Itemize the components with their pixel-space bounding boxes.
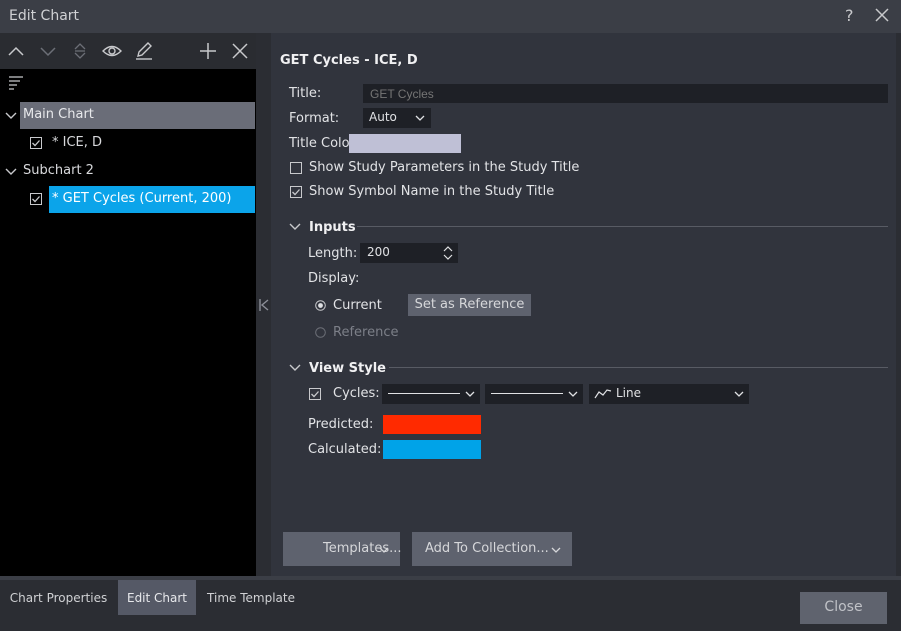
chevron-down-icon[interactable] xyxy=(289,222,301,232)
window-title: Edit Chart xyxy=(9,8,80,24)
tab-chart-properties[interactable]: Chart Properties xyxy=(0,580,117,615)
show-params-label: Show Study Parameters in the Study Title xyxy=(309,160,580,175)
eye-icon[interactable] xyxy=(102,41,122,61)
tree-label-subchart: Subchart 2 xyxy=(23,163,94,178)
study-settings-panel: GET Cycles - ICE, D Title: Format: Auto … xyxy=(271,33,896,576)
title-bar: Edit Chart ? xyxy=(0,0,901,33)
templates-button[interactable]: Templates... xyxy=(283,532,402,566)
radio-disabled-icon[interactable] xyxy=(315,327,326,338)
study-header: GET Cycles - ICE, D xyxy=(280,53,418,68)
chevron-down-icon[interactable] xyxy=(289,363,301,373)
tree-label-main-chart: Main Chart xyxy=(23,107,94,122)
remove-icon[interactable] xyxy=(230,41,250,61)
move-up-down-icon[interactable] xyxy=(70,41,90,61)
tree-label-study: * GET Cycles (Current, 200) xyxy=(52,191,232,206)
study-tree-panel: Main Chart * ICE, D Subchart 2 * GET Cyc… xyxy=(0,33,256,576)
set-as-reference-button[interactable]: Set as Reference xyxy=(408,294,531,316)
tree-item-subchart[interactable]: Subchart 2 xyxy=(0,158,256,185)
display-label: Display: xyxy=(308,271,360,286)
predicted-color-swatch[interactable] xyxy=(383,415,481,434)
format-value: Auto xyxy=(369,110,397,124)
chevron-down-icon xyxy=(415,115,425,121)
checkbox-unchecked-icon[interactable] xyxy=(290,162,302,174)
view-style-section-title: View Style xyxy=(309,361,386,376)
help-button[interactable]: ? xyxy=(845,6,854,25)
chevron-down-icon xyxy=(551,547,561,553)
section-divider xyxy=(389,367,888,368)
tree-item-main-chart[interactable]: Main Chart xyxy=(0,102,256,129)
length-stepper[interactable]: 200 xyxy=(360,243,458,263)
title-input[interactable] xyxy=(363,84,888,103)
predicted-label: Predicted: xyxy=(308,417,374,432)
current-radio-label: Current xyxy=(333,298,382,313)
add-to-collection-label: Add To Collection... xyxy=(425,541,549,556)
calculated-label: Calculated: xyxy=(308,442,382,457)
line-chart-icon xyxy=(594,389,612,399)
checkbox-checked-icon[interactable] xyxy=(30,137,42,149)
move-up-icon[interactable] xyxy=(6,41,26,61)
reference-radio-label: Reference xyxy=(333,325,399,340)
line-style-preview xyxy=(491,393,563,394)
templates-label: Templates... xyxy=(323,541,402,556)
chevron-down-icon xyxy=(568,391,578,397)
chevron-down-icon[interactable] xyxy=(5,166,17,178)
section-divider xyxy=(357,226,888,227)
chevron-down-icon xyxy=(465,391,475,397)
show-symbol-label: Show Symbol Name in the Study Title xyxy=(309,184,555,199)
title-color-swatch[interactable] xyxy=(349,134,461,153)
chevron-down-icon[interactable] xyxy=(5,110,17,122)
tab-time-template[interactable]: Time Template xyxy=(197,580,305,615)
chevron-down-icon xyxy=(379,547,389,553)
tree-label-symbol: * ICE, D xyxy=(52,135,103,150)
line-type-select[interactable]: Line xyxy=(589,384,749,404)
close-button[interactable]: Close xyxy=(800,592,887,624)
radio-selected-icon[interactable] xyxy=(315,300,326,311)
move-down-icon[interactable] xyxy=(38,41,58,61)
title-label: Title: xyxy=(289,86,322,101)
line-type-value: Line xyxy=(616,386,642,400)
sort-icon[interactable] xyxy=(8,75,24,93)
line-width-select[interactable] xyxy=(382,384,480,404)
bottom-bar: Chart Properties Edit Chart Time Templat… xyxy=(0,576,901,631)
line-style-select[interactable] xyxy=(485,384,583,404)
length-label: Length: xyxy=(308,246,358,261)
chevron-down-icon xyxy=(734,391,744,397)
inputs-section-title: Inputs xyxy=(309,220,356,235)
tree-item-symbol[interactable]: * ICE, D xyxy=(0,130,256,157)
checkbox-checked-icon[interactable] xyxy=(30,193,42,205)
format-select[interactable]: Auto xyxy=(363,108,431,128)
checkbox-checked-icon[interactable] xyxy=(309,388,321,400)
tree-item-study[interactable]: * GET Cycles (Current, 200) xyxy=(0,186,256,213)
cycles-label: Cycles: xyxy=(333,386,380,401)
length-value: 200 xyxy=(367,245,390,259)
tree-toolbar xyxy=(0,33,256,69)
add-icon[interactable] xyxy=(198,41,218,61)
checkbox-checked-icon[interactable] xyxy=(290,186,302,198)
tab-edit-chart[interactable]: Edit Chart xyxy=(118,580,196,615)
line-width-preview xyxy=(388,393,460,394)
collapse-panel-icon[interactable] xyxy=(258,298,270,312)
spinner-icon[interactable] xyxy=(443,246,453,260)
format-label: Format: xyxy=(289,111,340,126)
close-window-icon[interactable] xyxy=(874,7,890,23)
add-to-collection-button[interactable]: Add To Collection... xyxy=(412,532,572,566)
edit-pencil-icon[interactable] xyxy=(134,41,154,61)
calculated-color-swatch[interactable] xyxy=(383,440,481,459)
